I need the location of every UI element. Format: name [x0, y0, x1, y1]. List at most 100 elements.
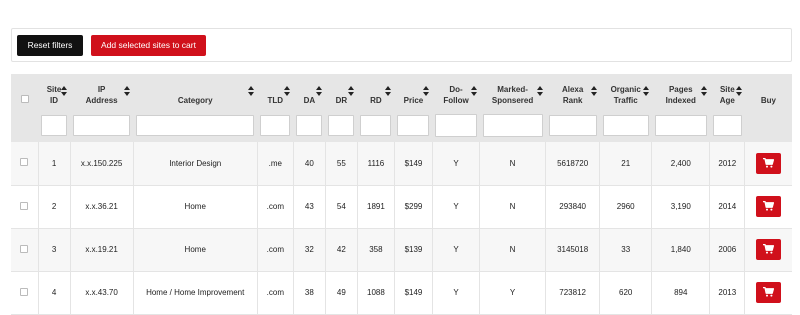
select-all-checkbox[interactable] [20, 95, 29, 103]
cell-price: $149 [393, 271, 433, 315]
cell-category: Home [132, 228, 258, 272]
add-selected-to-cart-button[interactable]: Add selected sites to cart [91, 35, 206, 56]
cell-dr: 54 [324, 185, 358, 229]
sort-icon[interactable] [316, 86, 323, 96]
row-checkbox[interactable] [20, 287, 29, 296]
header-label-line: Sponsered [491, 96, 534, 105]
filter-alexa-rank-input[interactable] [548, 114, 597, 136]
header-price[interactable]: Price [394, 74, 433, 112]
sort-icon[interactable] [470, 86, 477, 96]
header-label-line: TLD [267, 96, 284, 105]
cell-dr: 42 [324, 228, 358, 272]
filter-pages-indexed-input[interactable] [654, 114, 707, 136]
cell-traffic: 620 [599, 271, 652, 315]
buy-cell [744, 185, 792, 229]
row-checkbox[interactable] [20, 158, 29, 167]
header-label: TLD [257, 95, 293, 106]
filter-marked-sponsered-input[interactable] [482, 113, 543, 137]
sort-icon[interactable] [248, 86, 255, 96]
sort-icon[interactable] [124, 86, 131, 96]
cell-rd: 1891 [356, 185, 395, 229]
header-do-follow[interactable]: Do- Follow [432, 74, 480, 112]
filter-cell-tld [257, 112, 294, 142]
cell-age: 2013 [709, 271, 745, 315]
add-to-cart-button[interactable] [756, 282, 782, 303]
cell-tld: .me [256, 142, 294, 186]
cell-pages: 894 [651, 271, 710, 315]
cart-icon [763, 201, 775, 211]
header-organic-traffic[interactable]: Organic Traffic [599, 74, 652, 112]
header-site-id[interactable]: Site ID [38, 74, 71, 112]
filter-cell-sponsored [479, 112, 546, 142]
add-to-cart-button[interactable] [756, 196, 782, 217]
sort-icon[interactable] [590, 86, 597, 96]
cell-sponsored: N [479, 228, 546, 272]
cell-ip: x.x.36.21 [69, 185, 134, 229]
filter-cell-ip [70, 112, 134, 142]
row-select-cell [11, 185, 39, 229]
cart-icon [763, 244, 775, 254]
row-checkbox[interactable] [20, 244, 29, 253]
row-checkbox[interactable] [20, 201, 29, 210]
cell-dofollow: Y [431, 142, 480, 186]
sort-icon[interactable] [423, 86, 430, 96]
sort-icon[interactable] [735, 86, 742, 96]
header-site-age[interactable]: Site Age [709, 74, 745, 112]
filter-cell-pages [651, 112, 710, 142]
cart-icon [763, 157, 775, 168]
add-to-cart-button[interactable] [756, 152, 782, 174]
filter-do-follow-input[interactable] [435, 113, 477, 137]
header-label-line: Age [719, 96, 735, 105]
header-label-line: Category [177, 96, 213, 105]
filter-price-input[interactable] [397, 114, 430, 136]
header-da[interactable]: DA [293, 74, 326, 112]
header-tld[interactable]: TLD [257, 74, 294, 112]
sort-icon[interactable] [536, 86, 543, 96]
filter-cell-category [133, 112, 258, 142]
cell-pages: 2,400 [651, 142, 710, 186]
filter-cell-dofollow [432, 112, 480, 142]
filter-site-age-input[interactable] [712, 114, 742, 136]
cell-alexa: 3145018 [545, 228, 600, 272]
cell-da: 40 [292, 142, 326, 186]
header-ip-address[interactable]: IP Address [70, 74, 134, 112]
sort-icon[interactable] [284, 86, 291, 96]
filter-rd-input[interactable] [360, 114, 392, 136]
filter-category-input[interactable] [136, 114, 255, 136]
filter-cell-select [11, 112, 39, 142]
filter-cell-site-id [38, 112, 71, 142]
header-rd[interactable]: RD [357, 74, 395, 112]
header-pages-indexed[interactable]: Pages Indexed [651, 74, 710, 112]
sort-icon[interactable] [700, 86, 707, 96]
cell-site-id: 3 [37, 228, 71, 272]
filter-dr-input[interactable] [328, 114, 355, 136]
header-marked-sponsered[interactable]: Marked- Sponsered [479, 74, 546, 112]
sort-icon[interactable] [642, 86, 649, 96]
header-category[interactable]: Category [133, 74, 258, 112]
sort-icon[interactable] [348, 86, 355, 96]
header-label: DA [293, 95, 325, 106]
filter-tld-input[interactable] [260, 114, 291, 136]
cell-rd: 1116 [356, 142, 395, 186]
sort-icon[interactable] [61, 86, 68, 96]
header-label-line: DA [303, 96, 316, 105]
filter-site-id-input[interactable] [41, 114, 68, 136]
sort-icon[interactable] [385, 86, 392, 96]
header-label-line: Indexed [665, 96, 696, 105]
cell-category: Home / Home Improvement [132, 271, 258, 315]
cell-tld: .com [256, 228, 294, 272]
filter-ip-address-input[interactable] [73, 114, 131, 136]
filter-cell-rd [357, 112, 395, 142]
header-dr[interactable]: DR [325, 74, 358, 112]
header-label-line: Follow [443, 96, 469, 105]
filter-organic-traffic-input[interactable] [602, 114, 649, 136]
reset-filters-button[interactable]: Reset filters [17, 35, 83, 56]
filter-cell-traffic [599, 112, 652, 142]
header-alexa-rank[interactable]: Alexa Rank [545, 74, 600, 112]
add-to-cart-button[interactable] [756, 239, 782, 260]
header-label: Category [133, 95, 257, 106]
header-buy: Buy [744, 74, 792, 112]
cell-dofollow: Y [431, 271, 480, 315]
filter-da-input[interactable] [296, 114, 323, 136]
filter-cell-dr [325, 112, 358, 142]
